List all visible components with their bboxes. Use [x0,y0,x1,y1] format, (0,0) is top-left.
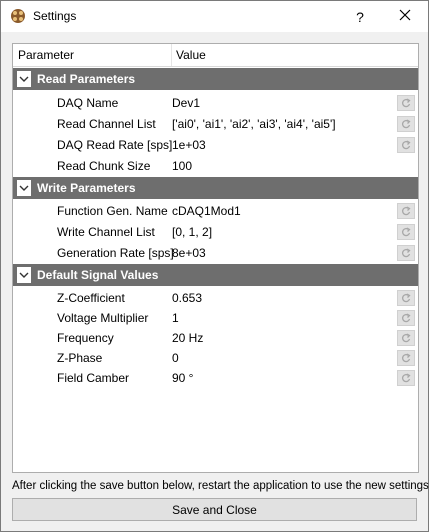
reset-default-icon[interactable] [397,370,415,386]
group-read-parameters[interactable]: Read Parameters [13,68,418,90]
param-value[interactable]: ['ai0', 'ai1', 'ai2', 'ai3', 'ai4', 'ai5… [172,117,336,131]
param-row-daq-read-rate[interactable]: DAQ Read Rate [sps] 1e+03 [13,135,418,155]
param-value[interactable]: 0.653 [172,291,202,305]
reset-default-icon[interactable] [397,290,415,306]
param-value[interactable]: cDAQ1Mod1 [172,204,241,218]
help-button[interactable]: ? [337,1,383,32]
param-value[interactable]: 1e+03 [172,138,206,152]
chevron-down-icon[interactable] [17,267,31,283]
header-parameter[interactable]: Parameter [18,48,74,62]
reset-default-icon[interactable] [397,224,415,240]
param-value[interactable]: 1 [172,311,179,325]
param-value[interactable]: Dev1 [172,96,200,110]
param-value[interactable]: 0 [172,351,179,365]
param-row-read-chunk-size[interactable]: Read Chunk Size 100 [13,156,418,176]
param-label: Generation Rate [sps] [57,246,174,260]
reset-default-icon[interactable] [397,310,415,326]
reset-default-icon[interactable] [397,203,415,219]
param-label: Z-Coefficient [57,291,125,305]
reset-default-icon[interactable] [397,245,415,261]
param-value[interactable]: 8e+03 [172,246,206,260]
param-label: Frequency [57,331,114,345]
group-label: Write Parameters [37,181,136,195]
reset-default-icon[interactable] [397,95,415,111]
reset-default-icon[interactable] [397,137,415,153]
app-icon [10,8,26,24]
param-label: Read Chunk Size [57,159,151,173]
save-and-close-button[interactable]: Save and Close [12,498,417,521]
param-row-daq-name[interactable]: DAQ Name Dev1 [13,93,418,113]
group-label: Read Parameters [37,72,136,86]
reset-default-icon[interactable] [397,116,415,132]
param-row-field-camber[interactable]: Field Camber 90 ° [13,368,418,388]
parameter-tree[interactable]: Parameter Value Read Parameters DAQ Name… [12,43,419,473]
param-row-read-channel-list[interactable]: Read Channel List ['ai0', 'ai1', 'ai2', … [13,114,418,134]
param-label: Function Gen. Name [57,204,168,218]
param-row-z-coefficient[interactable]: Z-Coefficient 0.653 [13,288,418,308]
param-value[interactable]: [0, 1, 2] [172,225,212,239]
restart-notice: After clicking the save button below, re… [12,480,429,492]
param-value[interactable]: 100 [172,159,192,173]
close-icon [399,8,411,26]
param-value[interactable]: 90 ° [172,371,193,385]
param-row-z-phase[interactable]: Z-Phase 0 [13,348,418,368]
param-label: Write Channel List [57,225,155,239]
param-label: Z-Phase [57,351,103,365]
param-label: Read Channel List [57,117,156,131]
chevron-down-icon[interactable] [17,180,31,196]
chevron-down-icon[interactable] [17,71,31,87]
tree-header: Parameter Value [13,44,418,67]
reset-default-icon[interactable] [397,330,415,346]
title-bar: Settings ? [1,1,428,32]
param-row-frequency[interactable]: Frequency 20 Hz [13,328,418,348]
param-label: Voltage Multiplier [57,311,149,325]
param-row-generation-rate[interactable]: Generation Rate [sps] 8e+03 [13,243,418,263]
param-value[interactable]: 20 Hz [172,331,203,345]
param-row-write-channel-list[interactable]: Write Channel List [0, 1, 2] [13,222,418,242]
group-label: Default Signal Values [37,268,159,282]
window-title: Settings [33,9,77,23]
group-write-parameters[interactable]: Write Parameters [13,177,418,199]
header-divider[interactable] [171,44,172,66]
close-button[interactable] [382,1,428,32]
param-row-function-gen-name[interactable]: Function Gen. Name cDAQ1Mod1 [13,201,418,221]
group-default-signal-values[interactable]: Default Signal Values [13,264,418,286]
param-row-voltage-multiplier[interactable]: Voltage Multiplier 1 [13,308,418,328]
param-label: DAQ Read Rate [sps] [57,138,173,152]
param-label: Field Camber [57,371,130,385]
settings-window: Settings ? Parameter Value Read Paramete… [0,0,429,532]
header-value[interactable]: Value [176,48,206,62]
param-label: DAQ Name [57,96,119,110]
reset-default-icon[interactable] [397,350,415,366]
